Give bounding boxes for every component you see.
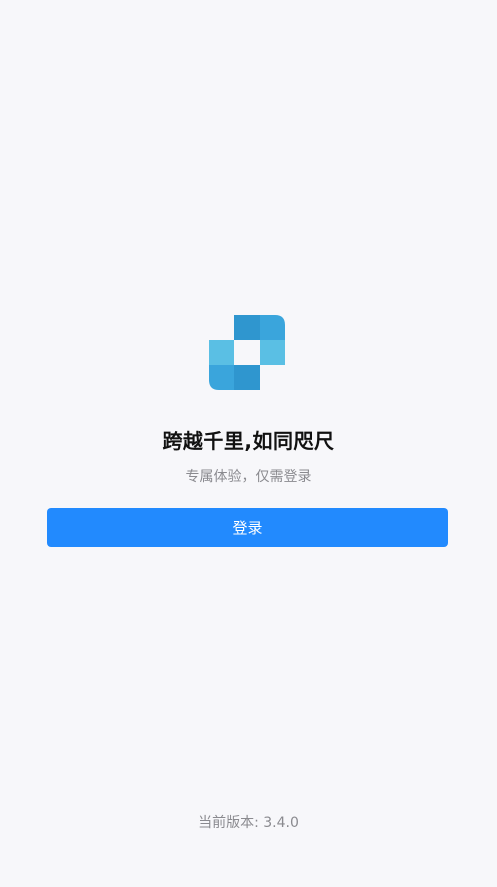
page-title: 跨越千里,如同咫尺 xyxy=(162,429,335,453)
version-label: 当前版本: xyxy=(198,815,259,831)
version-number: 3.4.0 xyxy=(263,815,299,831)
app-logo-icon xyxy=(209,315,285,390)
login-button[interactable]: 登录 xyxy=(47,508,448,547)
version-info: 当前版本: 3.4.0 xyxy=(0,812,497,832)
login-hint: 专属体验，仅需登录 xyxy=(185,469,312,485)
